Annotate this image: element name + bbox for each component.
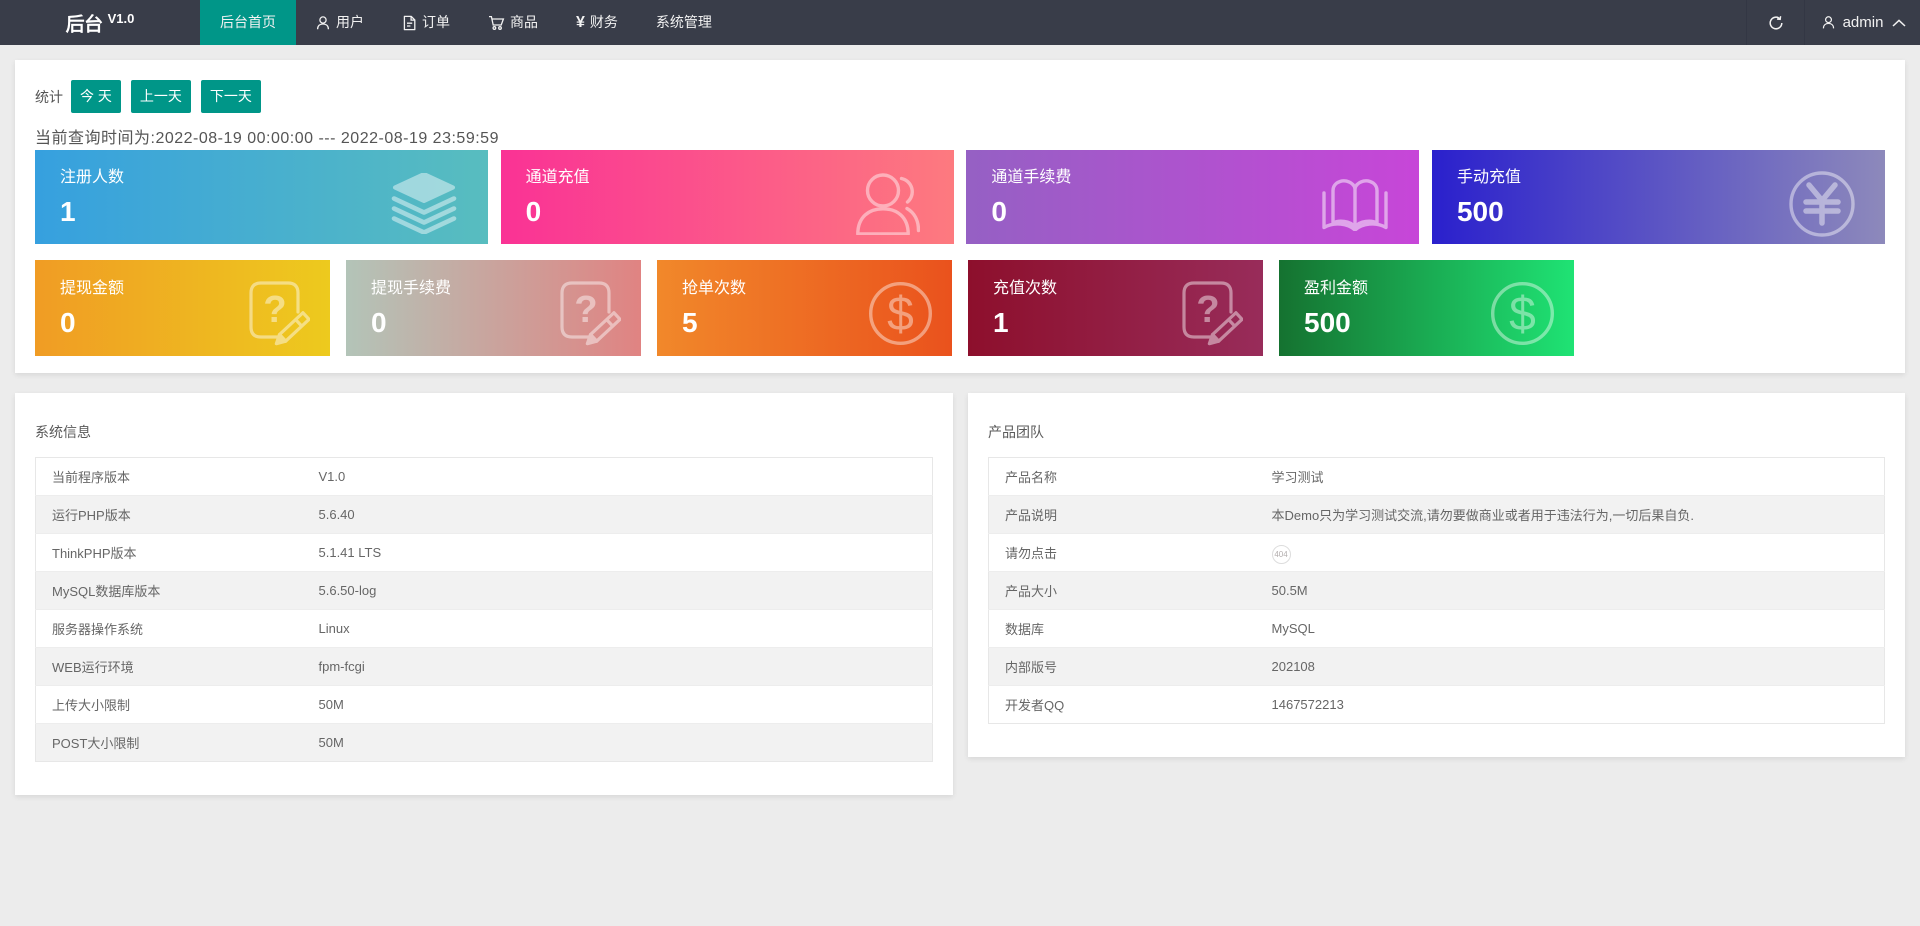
svg-text:$: $ — [887, 288, 914, 341]
svg-text:?: ? — [1196, 289, 1219, 331]
svg-text:?: ? — [263, 289, 286, 331]
svg-text:$: $ — [1509, 288, 1536, 341]
svg-text:?: ? — [574, 289, 597, 331]
